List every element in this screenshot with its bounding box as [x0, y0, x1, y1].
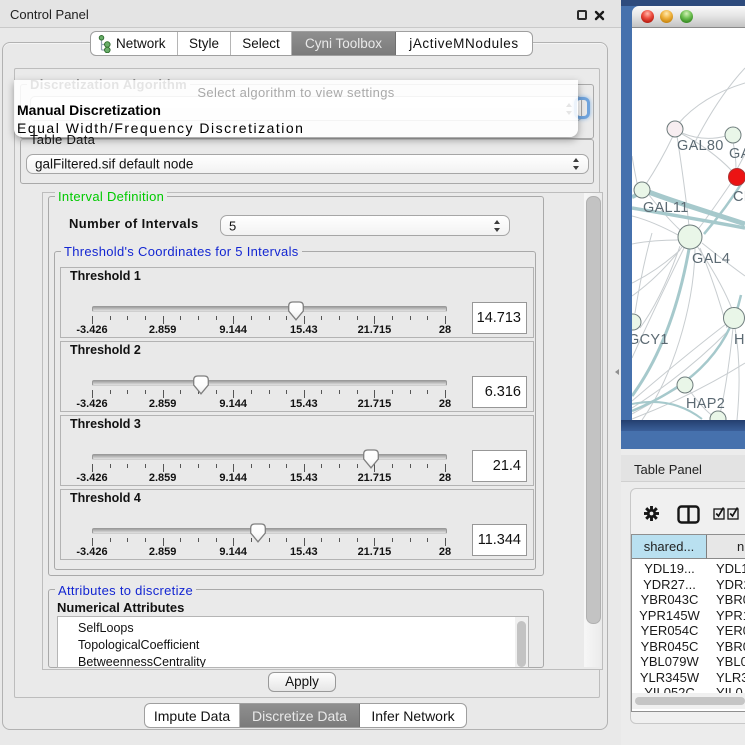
- svg-text:GAL11: GAL11: [643, 200, 689, 216]
- svg-text:CD: CD: [733, 189, 745, 205]
- svg-text:HAP2: HAP2: [686, 396, 725, 412]
- svg-text:HI: HI: [734, 332, 745, 348]
- svg-text:GAL80: GAL80: [677, 138, 724, 154]
- svg-text:GAL4: GAL4: [692, 251, 730, 267]
- svg-text:GCY1: GCY1: [632, 332, 669, 348]
- svg-text:GA: GA: [729, 146, 745, 162]
